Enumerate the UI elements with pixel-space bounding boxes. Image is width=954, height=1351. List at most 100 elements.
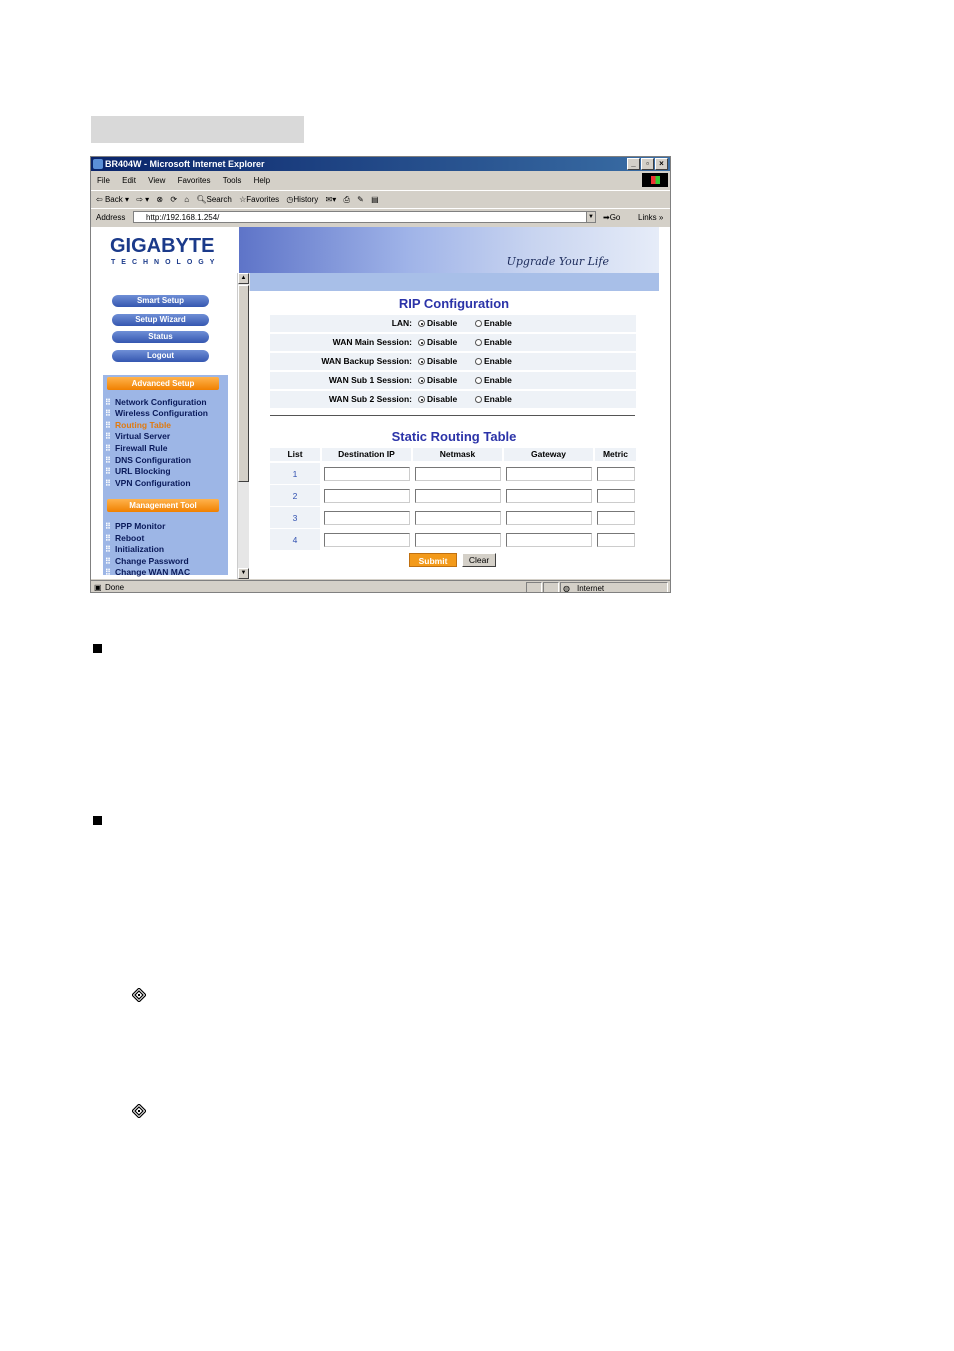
- sidebar-item-ppp-monitor[interactable]: ⠿ PPP Monitor: [105, 521, 165, 532]
- rip-lan-enable-radio[interactable]: Enable: [475, 315, 512, 332]
- route-row-number: 3: [292, 513, 298, 523]
- sidebar-item-network-configuration[interactable]: ⠿ Network Configuration: [105, 397, 207, 408]
- sidebar-item-reboot[interactable]: ⠿ Reboot: [105, 533, 144, 544]
- radio-selected-icon: [418, 339, 425, 346]
- radio-icon: [475, 320, 482, 327]
- edit-icon[interactable]: ✎: [357, 195, 364, 204]
- clear-button[interactable]: Clear: [462, 553, 496, 567]
- gateway-input[interactable]: [506, 533, 592, 547]
- section-divider: [270, 415, 635, 416]
- logout-button[interactable]: Logout: [112, 350, 209, 362]
- status-button[interactable]: Status: [112, 331, 209, 343]
- rip-title: RIP Configuration: [398, 296, 510, 311]
- management-tool-heading: Management Tool: [107, 499, 219, 512]
- rip-wan-sub2-disable-radio[interactable]: Disable: [418, 391, 457, 408]
- route-row-number: 2: [292, 491, 298, 501]
- sidebar-item-routing-table[interactable]: ⠿ Routing Table: [105, 420, 171, 431]
- metric-input[interactable]: [597, 489, 635, 503]
- rip-row-wan-backup: WAN Backup Session: Disable Enable: [270, 353, 636, 370]
- sidebar-item-change-password[interactable]: ⠿ Change Password: [105, 556, 189, 567]
- rip-lan-disable-radio[interactable]: Disable: [418, 315, 457, 332]
- metric-input[interactable]: [597, 467, 635, 481]
- rip-wan-sub2-enable-radio[interactable]: Enable: [475, 391, 512, 408]
- menu-help[interactable]: Help: [254, 176, 270, 185]
- close-button[interactable]: ×: [655, 158, 668, 170]
- menu-view[interactable]: View: [148, 176, 165, 185]
- destination-ip-input[interactable]: [324, 511, 410, 525]
- status-text: Done: [105, 583, 125, 592]
- metric-input[interactable]: [597, 533, 635, 547]
- destination-ip-input[interactable]: [324, 467, 410, 481]
- history-button[interactable]: ◷History: [286, 195, 318, 204]
- minimize-button[interactable]: _: [627, 158, 640, 170]
- sidebar-item-vpn-configuration[interactable]: ⠿ VPN Configuration: [105, 478, 191, 489]
- search-button[interactable]: 🔍︎Search: [196, 195, 232, 204]
- netmask-input[interactable]: [415, 533, 501, 547]
- netmask-input[interactable]: [415, 489, 501, 503]
- rip-wan-backup-disable-radio[interactable]: Disable: [418, 353, 457, 370]
- favorites-button[interactable]: ☆Favorites: [239, 195, 279, 204]
- rip-wan-main-enable-radio[interactable]: Enable: [475, 334, 512, 351]
- maximize-button[interactable]: ▫: [641, 158, 654, 170]
- sidebar-item-wireless-configuration[interactable]: ⠿ Wireless Configuration: [105, 408, 208, 419]
- rip-wan-sub1-disable-radio[interactable]: Disable: [418, 372, 457, 389]
- rip-row-label: LAN:: [391, 318, 412, 328]
- scroll-thumb[interactable]: [238, 285, 249, 482]
- submit-button[interactable]: Submit: [409, 553, 457, 567]
- address-input[interactable]: http://192.168.1.254/: [133, 211, 589, 223]
- address-label: Address: [96, 213, 126, 222]
- rip-row-wan-main: WAN Main Session: Disable Enable: [270, 334, 636, 351]
- radio-icon: [475, 339, 482, 346]
- rip-wan-main-disable-radio[interactable]: Disable: [418, 334, 457, 351]
- netmask-input[interactable]: [415, 511, 501, 525]
- globe-icon: ◍: [563, 584, 570, 593]
- home-icon[interactable]: ⌂: [184, 195, 189, 204]
- menu-edit[interactable]: Edit: [122, 176, 136, 185]
- sidebar-item-virtual-server[interactable]: ⠿ Virtual Server: [105, 431, 170, 442]
- page-content: GIGABYTE TECHNOLOGY Upgrade Your Life Sm…: [91, 227, 670, 579]
- sidebar-item-change-wan-mac[interactable]: ⠿ Change WAN MAC: [105, 567, 190, 578]
- menu-tools[interactable]: Tools: [223, 176, 242, 185]
- refresh-icon[interactable]: ⟳: [170, 195, 177, 204]
- metric-input[interactable]: [597, 511, 635, 525]
- go-button[interactable]: ➡Go: [603, 209, 620, 226]
- print-icon[interactable]: ⎙: [343, 195, 349, 204]
- scroll-down-arrow[interactable]: ▼: [238, 568, 249, 579]
- sidebar: Smart Setup Setup Wizard Status Logout A…: [91, 273, 239, 579]
- forward-button[interactable]: ⇨ ▾: [136, 195, 149, 204]
- gateway-input[interactable]: [506, 467, 592, 481]
- address-dropdown[interactable]: ▼: [586, 211, 596, 223]
- discuss-icon[interactable]: ▤: [371, 195, 379, 204]
- menu-favorites[interactable]: Favorites: [178, 176, 211, 185]
- scroll-up-arrow[interactable]: ▲: [238, 273, 249, 284]
- rip-wan-sub1-enable-radio[interactable]: Enable: [475, 372, 512, 389]
- diamond-bullet-icon: [132, 1104, 146, 1118]
- sidebar-item-firewall-rule[interactable]: ⠿ Firewall Rule: [105, 443, 167, 454]
- destination-ip-input[interactable]: [324, 489, 410, 503]
- sidebar-item-url-blocking[interactable]: ⠿ URL Blocking: [105, 466, 171, 477]
- netmask-input[interactable]: [415, 467, 501, 481]
- destination-ip-input[interactable]: [324, 533, 410, 547]
- mail-icon[interactable]: ✉▾: [326, 195, 337, 204]
- gateway-input[interactable]: [506, 511, 592, 525]
- gateway-input[interactable]: [506, 489, 592, 503]
- square-bullet-icon: [93, 644, 102, 653]
- header-strip: [249, 273, 659, 291]
- smart-setup-button[interactable]: Smart Setup: [112, 295, 209, 307]
- stop-icon[interactable]: ⊗: [156, 195, 163, 204]
- rip-row-label: WAN Main Session:: [332, 337, 412, 347]
- menu-file[interactable]: File: [97, 176, 110, 185]
- sidebar-item-dns-configuration[interactable]: ⠿ DNS Configuration: [105, 455, 191, 466]
- setup-wizard-button[interactable]: Setup Wizard: [112, 314, 209, 326]
- menu-bar: File Edit View Favorites Tools Help: [91, 172, 670, 189]
- status-bar: ▣ Done ◍ Internet: [91, 580, 670, 593]
- links-button[interactable]: Links »: [638, 209, 663, 226]
- col-header-metric: Metric: [595, 448, 636, 461]
- slogan: Upgrade Your Life: [506, 255, 609, 268]
- rip-row-label: WAN Sub 1 Session:: [328, 375, 412, 385]
- back-button[interactable]: ⇦ Back ▾: [96, 195, 129, 204]
- rip-row-label: WAN Sub 2 Session:: [328, 394, 412, 404]
- sidebar-item-initialization[interactable]: ⠿ Initialization: [105, 544, 164, 555]
- rip-wan-backup-enable-radio[interactable]: Enable: [475, 353, 512, 370]
- caption-placeholder-bar: [91, 116, 304, 143]
